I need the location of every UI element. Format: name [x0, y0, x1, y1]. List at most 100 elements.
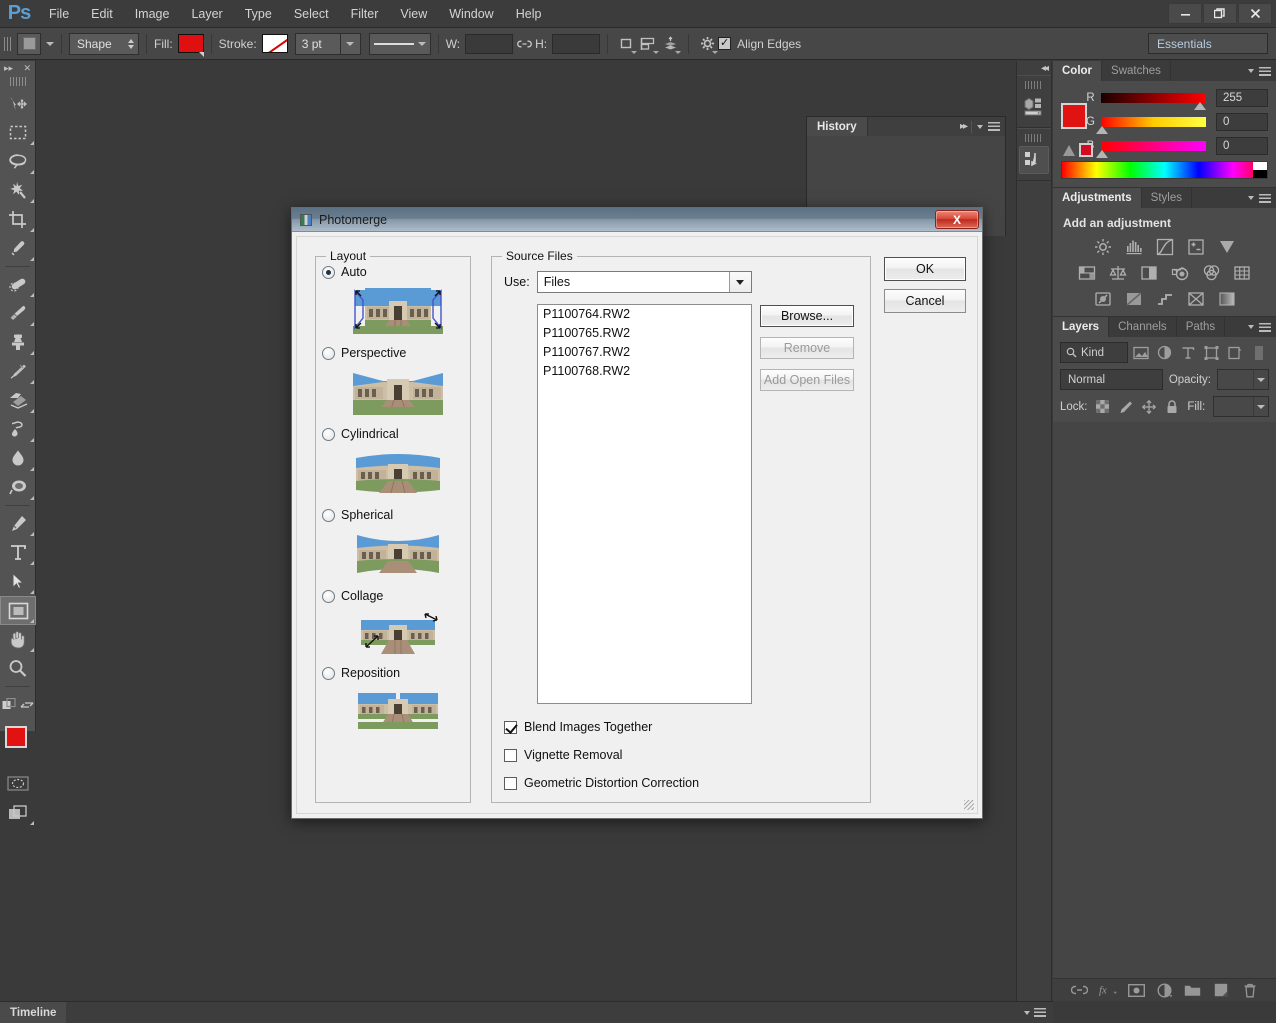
link-dimensions-icon[interactable]: [513, 33, 535, 55]
tab-timeline[interactable]: Timeline: [0, 1002, 67, 1023]
path-arrangement-icon[interactable]: [659, 33, 682, 55]
width-input[interactable]: [465, 33, 514, 54]
layer-filter-kind-select[interactable]: Kind: [1060, 342, 1128, 363]
list-item[interactable]: P1100765.RW2: [538, 324, 751, 343]
lock-position-icon[interactable]: [1141, 399, 1156, 414]
menu-select[interactable]: Select: [283, 0, 340, 28]
levels-icon[interactable]: [1124, 237, 1143, 256]
tab-history[interactable]: History: [807, 117, 868, 136]
filter-shape-icon[interactable]: [1201, 342, 1222, 363]
color-foreground-chip[interactable]: [1061, 103, 1087, 129]
eyedropper-tool[interactable]: [0, 234, 36, 263]
blend-images-together-box[interactable]: [504, 720, 517, 734]
use-select[interactable]: Files: [536, 271, 752, 293]
list-item[interactable]: P1100768.RW2: [538, 362, 751, 381]
menu-layer[interactable]: Layer: [180, 0, 233, 28]
history-brush-tool[interactable]: [0, 357, 36, 386]
color-balance-icon[interactable]: [1109, 263, 1128, 282]
hue-saturation-icon[interactable]: [1078, 263, 1097, 282]
history-menu-caret-icon[interactable]: [977, 124, 983, 129]
stroke-weight-input[interactable]: 3 pt: [294, 32, 341, 55]
remove-button[interactable]: Remove: [760, 337, 854, 359]
tab-paths[interactable]: Paths: [1177, 317, 1226, 337]
add-open-files-button[interactable]: Add Open Files: [760, 369, 854, 391]
auto-radio[interactable]: [322, 265, 335, 279]
curves-icon[interactable]: [1155, 237, 1174, 256]
slider-thumb-g[interactable]: [1096, 125, 1108, 134]
channel-value-b[interactable]: 0: [1216, 136, 1268, 155]
list-item[interactable]: P1100764.RW2: [538, 305, 751, 324]
blur-tool[interactable]: [0, 444, 36, 473]
tab-styles[interactable]: Styles: [1142, 188, 1192, 208]
lock-all-icon[interactable]: [1164, 399, 1179, 414]
vignette-removal-box[interactable]: [504, 748, 517, 762]
browse-button[interactable]: Browse...: [760, 305, 854, 327]
cylindrical-radio[interactable]: [322, 427, 335, 441]
mini-bridge-icon[interactable]: [1019, 93, 1049, 121]
history-actions-icon[interactable]: [1019, 146, 1049, 174]
collage-radio[interactable]: [322, 589, 335, 603]
invert-icon[interactable]: [1093, 289, 1112, 308]
filter-pixel-icon[interactable]: [1131, 342, 1152, 363]
menu-edit[interactable]: Edit: [80, 0, 124, 28]
clone-stamp-tool[interactable]: [0, 328, 36, 357]
gradient-tool[interactable]: [0, 415, 36, 444]
height-input[interactable]: [552, 33, 601, 54]
eraser-tool[interactable]: [0, 386, 36, 415]
tab-channels[interactable]: Channels: [1109, 317, 1177, 337]
out-of-gamut-swatch[interactable]: [1079, 143, 1093, 157]
dialog-close-button[interactable]: X: [935, 210, 979, 229]
posterize-icon[interactable]: [1124, 289, 1143, 308]
filter-toggle-icon[interactable]: [1249, 342, 1270, 363]
layer-style-fx-icon[interactable]: fx: [1099, 981, 1117, 999]
blend-images-together-checkbox[interactable]: Blend Images Together: [504, 720, 699, 734]
type-tool[interactable]: [0, 538, 36, 567]
dock-collapse-icon[interactable]: ◂◂: [1017, 61, 1051, 75]
tools-close-icon[interactable]: ✕: [23, 63, 31, 74]
screen-mode-toggle[interactable]: [0, 798, 36, 827]
lasso-tool[interactable]: [0, 147, 36, 176]
brush-tool[interactable]: [0, 299, 36, 328]
minimize-button[interactable]: [1168, 2, 1202, 24]
blend-mode-select[interactable]: Normal: [1060, 369, 1163, 390]
exposure-icon[interactable]: [1186, 237, 1205, 256]
list-item[interactable]: P1100767.RW2: [538, 343, 751, 362]
tab-adjustments[interactable]: Adjustments: [1053, 188, 1142, 208]
ok-button[interactable]: OK: [884, 257, 966, 281]
timeline-menu-caret-icon[interactable]: [1024, 1010, 1030, 1015]
pen-tool[interactable]: [0, 509, 36, 538]
reposition-radio[interactable]: [322, 666, 335, 680]
channel-value-g[interactable]: 0: [1216, 112, 1268, 131]
menu-help[interactable]: Help: [505, 0, 553, 28]
new-adjustment-layer-icon[interactable]: [1155, 981, 1173, 999]
hand-tool[interactable]: [0, 625, 36, 654]
close-button[interactable]: [1238, 2, 1272, 24]
channel-value-r[interactable]: 255: [1216, 88, 1268, 107]
cancel-button[interactable]: Cancel: [884, 289, 966, 313]
tool-preset-picker[interactable]: [17, 32, 41, 55]
tab-swatches[interactable]: Swatches: [1102, 61, 1171, 81]
quick-selection-tool[interactable]: [0, 176, 36, 205]
slider-track-r[interactable]: [1101, 92, 1206, 110]
slider-track-g[interactable]: [1096, 116, 1206, 134]
path-alignment-icon[interactable]: [637, 33, 660, 55]
selective-color-icon[interactable]: [1186, 289, 1205, 308]
layout-option-collage[interactable]: Collage: [322, 589, 470, 603]
dock-group-grip[interactable]: [1025, 134, 1043, 142]
dialog-resize-grip[interactable]: [964, 800, 974, 810]
workspace-selector[interactable]: Essentials: [1148, 33, 1268, 54]
use-select-arrow-icon[interactable]: [728, 272, 751, 292]
options-bar-grip[interactable]: [4, 32, 13, 55]
tools-collapse-icon[interactable]: ▸▸: [4, 63, 13, 74]
new-layer-icon[interactable]: [1212, 981, 1230, 999]
vignette-removal-checkbox[interactable]: Vignette Removal: [504, 748, 699, 762]
dodge-tool[interactable]: [0, 473, 36, 502]
add-layer-mask-icon[interactable]: [1127, 981, 1145, 999]
stroke-weight-dropdown[interactable]: [340, 32, 361, 55]
zoom-tool[interactable]: [0, 654, 36, 683]
rectangle-shape-tool[interactable]: [0, 596, 36, 625]
history-menu-icon[interactable]: [988, 122, 1000, 131]
geometric-distortion-correction-checkbox[interactable]: Geometric Distortion Correction: [504, 776, 699, 790]
brightness-contrast-icon[interactable]: [1093, 237, 1112, 256]
new-group-icon[interactable]: [1184, 981, 1202, 999]
